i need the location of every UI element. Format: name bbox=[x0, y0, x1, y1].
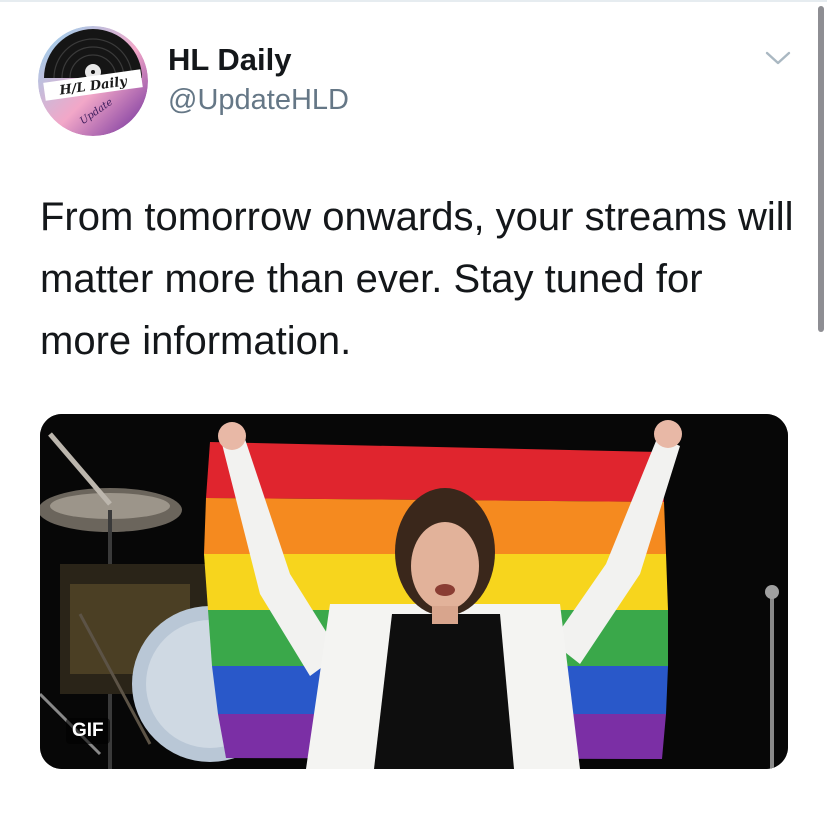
chevron-down-icon[interactable] bbox=[764, 48, 792, 68]
author-name[interactable]: HL Daily bbox=[168, 42, 291, 78]
top-divider bbox=[0, 0, 827, 2]
avatar[interactable]: H/L Daily Update bbox=[38, 26, 148, 136]
avatar-vinyl-icon: H/L Daily Update bbox=[38, 26, 148, 136]
author-handle[interactable]: @UpdateHLD bbox=[168, 84, 349, 117]
scrollbar[interactable] bbox=[818, 6, 824, 332]
gif-frame-image: KE bbox=[40, 414, 788, 769]
gif-badge: GIF bbox=[66, 718, 110, 744]
tweet-text: From tomorrow onwards, your streams will… bbox=[40, 195, 794, 363]
gif-media[interactable]: KE GIF bbox=[40, 414, 788, 769]
